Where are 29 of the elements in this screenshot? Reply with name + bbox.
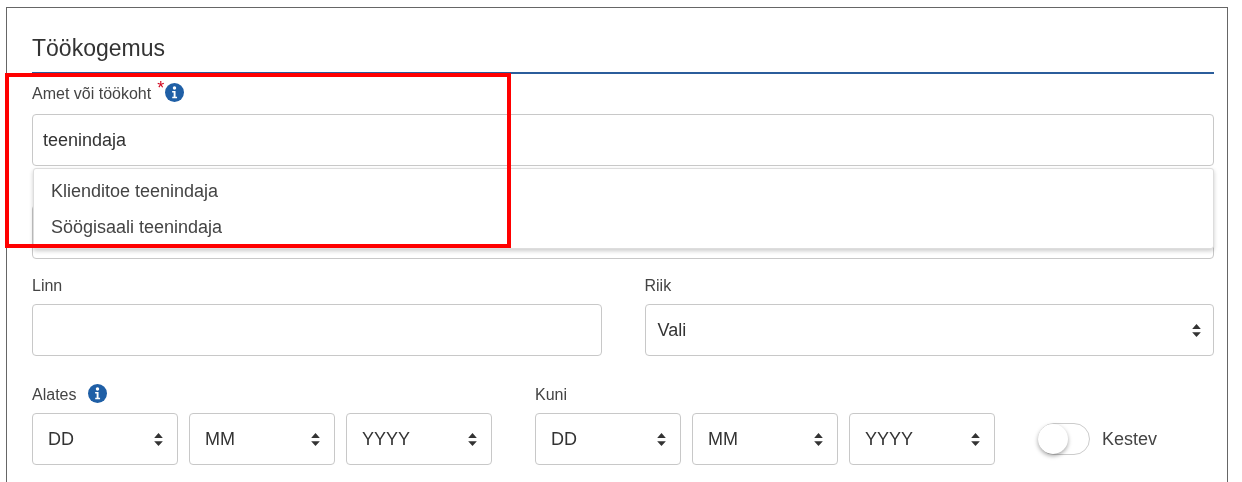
section-title: Töökogemus bbox=[32, 35, 166, 63]
date-select[interactable]: DD bbox=[32, 413, 178, 465]
suggestion-item[interactable]: Klienditoe teenindaja bbox=[34, 173, 1213, 209]
info-icon[interactable] bbox=[88, 383, 108, 403]
date-select[interactable]: YYYY bbox=[849, 413, 995, 465]
sort-caret-icon bbox=[154, 432, 163, 446]
sort-caret-icon bbox=[1192, 323, 1201, 337]
date-select[interactable]: DD bbox=[535, 413, 681, 465]
date-select[interactable]: MM bbox=[189, 413, 335, 465]
city-input-field[interactable] bbox=[32, 304, 602, 356]
sort-caret-icon bbox=[971, 432, 980, 446]
info-icon[interactable] bbox=[165, 82, 185, 102]
toggle-label: Kestev bbox=[1102, 428, 1158, 450]
field-label: Amet või töökoht bbox=[32, 85, 152, 103]
toggle-switch[interactable] bbox=[1038, 423, 1090, 455]
suggestion-item[interactable]: Söögisaali teenindaja bbox=[34, 209, 1213, 245]
field-label: Kuni bbox=[535, 386, 568, 404]
sort-caret-icon bbox=[657, 432, 666, 446]
country-select[interactable]: Vali bbox=[644, 304, 1214, 356]
date-select[interactable]: MM bbox=[692, 413, 838, 465]
date-select[interactable]: YYYY bbox=[346, 413, 492, 465]
sort-caret-icon bbox=[468, 432, 477, 446]
required-asterisk: * bbox=[157, 79, 165, 97]
job-input-field[interactable]: teenindaja bbox=[32, 114, 1214, 166]
field-label: Linn bbox=[32, 276, 64, 296]
sort-caret-icon bbox=[311, 432, 320, 446]
field-label: Riik bbox=[644, 276, 673, 296]
sort-caret-icon bbox=[814, 432, 823, 446]
field-label: Alates bbox=[32, 386, 77, 404]
